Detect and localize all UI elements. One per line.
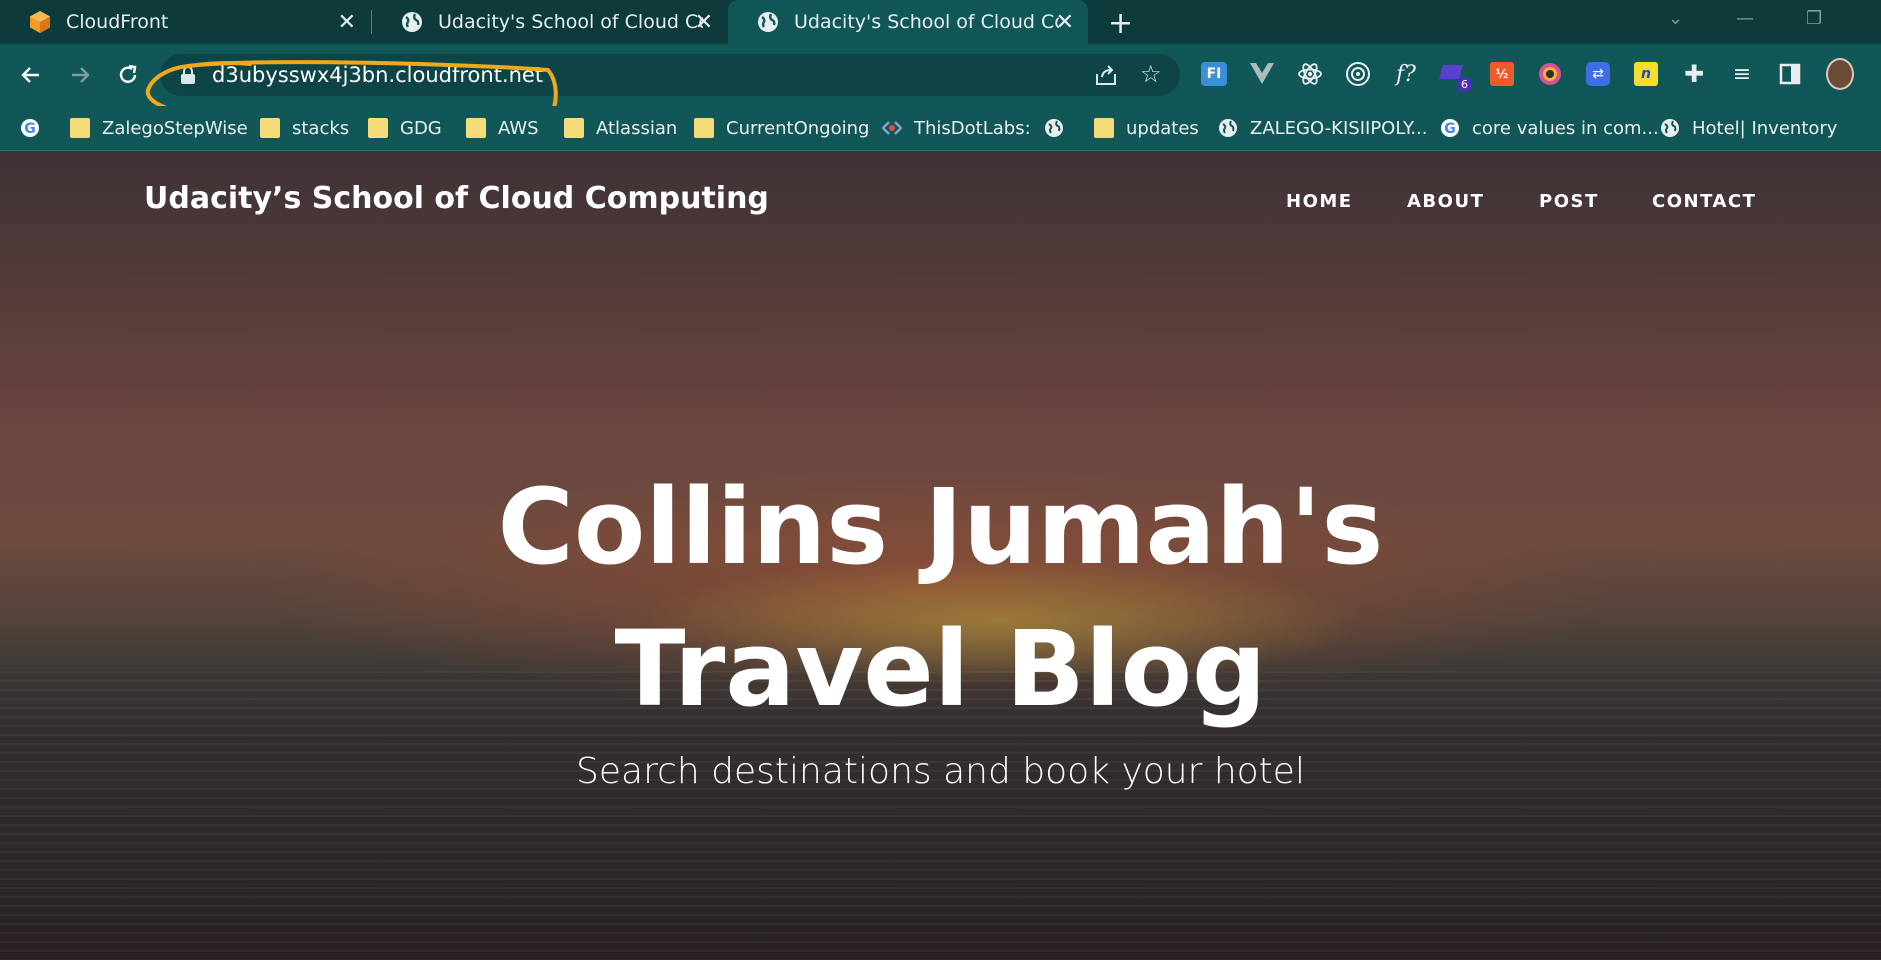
react-devtools-icon[interactable] xyxy=(1296,60,1324,88)
back-button[interactable] xyxy=(14,58,48,92)
function-extension-icon[interactable]: f? xyxy=(1392,60,1420,88)
side-panel-icon[interactable] xyxy=(1776,60,1804,88)
bookmark-label: GDG xyxy=(400,117,442,139)
bookmark-label: updates xyxy=(1126,117,1199,139)
page-content: Udacity’s School of Cloud Computing HOME… xyxy=(0,151,1881,960)
bookmark-gdg[interactable]: GDG xyxy=(368,113,442,143)
extension-orange-icon[interactable]: ½ xyxy=(1488,60,1516,88)
bookmark-hotel-inventory[interactable]: Hotel| Inventory xyxy=(1660,113,1837,143)
reload-button[interactable] xyxy=(111,58,145,92)
arrow-left-icon xyxy=(21,67,39,83)
bookmark-currentongoing[interactable]: CurrentOngoing xyxy=(694,113,869,143)
tab-title: Udacity's School of Cloud Comp xyxy=(794,11,1059,33)
tab-title: CloudFront xyxy=(66,11,169,33)
hero-title-line-1: Collins Jumah's xyxy=(497,466,1384,588)
close-icon[interactable]: ✕ xyxy=(338,10,356,35)
extension-badge: 6 xyxy=(1458,78,1471,91)
close-icon[interactable]: ✕ xyxy=(695,10,713,35)
globe-icon xyxy=(1661,119,1679,137)
minimize-icon[interactable]: — xyxy=(1736,8,1754,29)
hero-title: Collins Jumah's Travel Blog xyxy=(0,456,1881,740)
bookmark-aws[interactable]: AWS xyxy=(466,113,539,143)
globe-icon xyxy=(1219,119,1237,137)
close-icon[interactable]: ✕ xyxy=(1056,10,1074,35)
bookmarks-bar: G ZalegoStepWise stacks GDG AWS Atlassia… xyxy=(0,106,1881,151)
url-text: d3ubysswx4j3bn.cloudfront.net xyxy=(212,63,544,87)
bookmark-google[interactable]: G xyxy=(20,113,52,143)
restore-icon[interactable]: ❐ xyxy=(1806,8,1822,29)
nav-home[interactable]: HOME xyxy=(1286,191,1353,212)
nav-about[interactable]: ABOUT xyxy=(1407,191,1484,212)
reading-list-icon[interactable]: ≡ xyxy=(1728,60,1756,88)
bookmark-label: CurrentOngoing xyxy=(726,117,870,139)
tab-cloudfront[interactable]: CloudFront ✕ xyxy=(0,0,370,44)
svg-text:G: G xyxy=(1444,121,1456,137)
tab-udacity-active[interactable]: Udacity's School of Cloud Comp ✕ xyxy=(728,0,1088,44)
extension-fi-icon[interactable]: FI xyxy=(1200,60,1228,88)
bookmark-label: stacks xyxy=(292,117,350,139)
extension-yellow-icon[interactable]: n xyxy=(1632,60,1660,88)
bookmark-thisdotlabs[interactable]: ThisDotLabs: xyxy=(882,113,1031,143)
tab-udacity-1[interactable]: Udacity's School of Cloud Compu ✕ xyxy=(372,0,727,44)
reload-icon xyxy=(119,64,137,83)
puzzle-icon[interactable]: ✚ xyxy=(1680,60,1708,88)
bookmark-core-values[interactable]: G core values in com... xyxy=(1440,113,1659,143)
avatar[interactable] xyxy=(1826,58,1854,90)
bookmark-label: AWS xyxy=(498,117,539,139)
nav-contact[interactable]: CONTACT xyxy=(1652,191,1756,212)
bookmark-label: ZalegoStepWise xyxy=(102,117,248,139)
bookmark-stacks[interactable]: stacks xyxy=(260,113,349,143)
lock-icon xyxy=(181,66,195,84)
bookmark-globe[interactable] xyxy=(1044,113,1076,143)
folder-icon xyxy=(466,118,486,138)
forward-button[interactable] xyxy=(63,58,97,92)
folder-icon xyxy=(694,118,714,138)
tab-strip: CloudFront ✕ Udacity's School of Cloud C… xyxy=(0,0,1881,44)
address-bar[interactable]: d3ubysswx4j3bn.cloudfront.net ☆ xyxy=(160,54,1180,96)
bookmark-label: ZALEGO-KISIIPOLY... xyxy=(1250,117,1428,139)
new-tab-button[interactable]: + xyxy=(1108,6,1133,41)
folder-icon xyxy=(564,118,584,138)
arrow-right-icon xyxy=(72,67,90,83)
tab-search-icon[interactable]: ⌄ xyxy=(1668,8,1683,29)
bookmark-label: Atlassian xyxy=(596,117,678,139)
globe-icon xyxy=(1045,119,1063,137)
folder-icon xyxy=(1094,118,1114,138)
folder-icon xyxy=(70,118,90,138)
globe-icon xyxy=(758,12,778,32)
hero-subtitle: Search destinations and book your hotel xyxy=(576,751,1305,792)
tab-title: Udacity's School of Cloud Compu xyxy=(438,11,703,33)
color-picker-icon[interactable] xyxy=(1536,60,1564,88)
star-icon[interactable]: ☆ xyxy=(1140,60,1162,88)
bookmark-updates[interactable]: updates xyxy=(1094,113,1199,143)
aws-cube-icon xyxy=(30,11,50,33)
nav-post[interactable]: POST xyxy=(1539,191,1599,212)
bookmark-zalego-kisiipoly[interactable]: ZALEGO-KISIIPOLY... xyxy=(1218,113,1428,143)
vue-devtools-icon[interactable] xyxy=(1248,60,1276,88)
folder-icon xyxy=(260,118,280,138)
site-brand[interactable]: Udacity’s School of Cloud Computing xyxy=(144,181,769,216)
bookmark-label: Hotel| Inventory xyxy=(1692,117,1838,139)
folder-icon xyxy=(368,118,388,138)
google-icon: G xyxy=(21,119,39,137)
bookmark-label: core values in com... xyxy=(1472,117,1659,139)
globe-icon xyxy=(402,12,422,32)
bookmark-label: ThisDotLabs: xyxy=(914,117,1031,139)
thisdot-icon xyxy=(882,121,902,135)
google-icon: G xyxy=(1441,119,1459,137)
target-extension-icon[interactable] xyxy=(1344,60,1372,88)
bookmark-atlassian[interactable]: Atlassian xyxy=(564,113,677,143)
browser-toolbar: d3ubysswx4j3bn.cloudfront.net ☆ FI f? 6 … xyxy=(0,44,1881,124)
bookmark-zalegostepwise[interactable]: ZalegoStepWise xyxy=(70,113,248,143)
share-icon[interactable] xyxy=(1094,64,1118,86)
extension-blue-icon[interactable]: ⇄ xyxy=(1584,60,1612,88)
stack-extension-icon[interactable]: 6 xyxy=(1439,60,1471,91)
hero-title-line-2: Travel Blog xyxy=(614,608,1267,730)
svg-text:G: G xyxy=(24,121,36,137)
